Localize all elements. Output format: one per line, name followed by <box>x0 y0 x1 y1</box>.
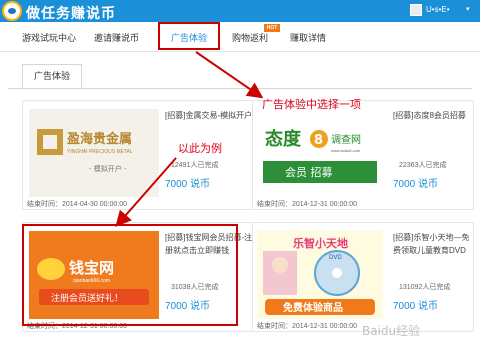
nav-highlight-box <box>158 22 220 50</box>
taidu8-brand-left: 态度 <box>265 128 302 150</box>
lezhi-disc: DVD <box>329 255 342 261</box>
task-card-taidu8[interactable]: 态度 8 调查网 www.taidu8.com 会员 招募 [招募]态度8会员招… <box>252 100 474 210</box>
yinghai-sub: YINGHAI PRECIOUS METAL <box>67 149 133 155</box>
subtab-divider <box>8 88 472 89</box>
nav-item-earn-details[interactable]: 赚取详情 <box>290 31 326 44</box>
example-highlight-box <box>22 224 238 326</box>
nav-item-shopping-rebate[interactable]: 购物返利 <box>232 31 268 44</box>
taidu8-brand-right: 调查网 <box>331 133 361 146</box>
taidu8-caption: 会员 招募 <box>285 165 333 179</box>
main-nav: 游戏试玩中心 邀请赚说币 广告体验 购物返利 赚取详情 <box>0 22 480 52</box>
app-title: 做任务赚说币 <box>26 5 116 21</box>
hot-badge: HOT <box>264 24 280 32</box>
card-price: 7000 说币 <box>393 301 439 312</box>
card-title[interactable]: [招募]乐智小天地—免费领取儿童教育DVD <box>393 231 471 257</box>
card-title[interactable]: [招募]态度8会员招募 <box>393 109 471 122</box>
taidu8-ad-image[interactable]: 态度 8 调查网 www.taidu8.com 会员 招募 <box>257 109 383 197</box>
annotation-select-hint: 广告体验中选择一项 <box>262 98 361 111</box>
lezhi-ad-image[interactable]: 乐智小天地 DVD 免费体验商品 <box>257 231 383 319</box>
card-count: 22363人已完成 <box>399 162 447 169</box>
taidu8-url: www.taidu8.com <box>331 148 361 153</box>
user-avatar[interactable] <box>410 4 422 16</box>
chevron-down-icon[interactable]: ▾ <box>466 5 470 13</box>
lezhi-caption: 免费体验商品 <box>283 301 343 314</box>
user-name[interactable]: U•s•E• <box>426 5 450 14</box>
card-count: 131092人已完成 <box>399 284 451 291</box>
task-card-yinghai[interactable]: 盈海贵金属 YINGHAI PRECIOUS METAL - 模拟开户 - [招… <box>22 100 258 210</box>
card-end-time: 结束时间：2014-12-31 00:00:00 <box>257 201 357 208</box>
yinghai-caption: - 模拟开户 - <box>89 164 127 173</box>
top-bar: 做任务赚说币 U•s•E• ▾ <box>0 0 480 22</box>
card-count: 12491人已完成 <box>171 162 219 169</box>
arrow-to-hint <box>195 51 264 99</box>
yinghai-brand: 盈海贵金属 <box>66 131 132 147</box>
card-price: 7000 说币 <box>393 179 439 190</box>
annotation-example-hint: 以此为例 <box>178 142 222 155</box>
lezhi-brand: 乐智小天地 <box>293 236 348 250</box>
card-title[interactable]: [招募]金属交易-模拟开户 <box>165 109 257 122</box>
logo-icon <box>2 1 22 21</box>
taidu8-brand-num: 8 <box>314 133 323 148</box>
yinghai-ad-image[interactable]: 盈海贵金属 YINGHAI PRECIOUS METAL - 模拟开户 - <box>29 109 159 197</box>
nav-item-games[interactable]: 游戏试玩中心 <box>22 31 76 44</box>
card-end-time: 结束时间：2014-12-31 00:00:00 <box>257 323 357 330</box>
nav-item-invite[interactable]: 邀请赚说币 <box>94 31 139 44</box>
task-card-lezhi[interactable]: 乐智小天地 DVD 免费体验商品 [招募]乐智小天地—免费领取儿童教育DVD 1… <box>252 222 474 332</box>
tab-ad-experience[interactable]: 广告体验 <box>22 64 82 88</box>
card-price: 7000 说币 <box>165 179 211 190</box>
watermark: Baidu经验 <box>362 324 421 338</box>
card-end-time: 结束时间：2014-04-30 00:00:00 <box>27 201 127 208</box>
